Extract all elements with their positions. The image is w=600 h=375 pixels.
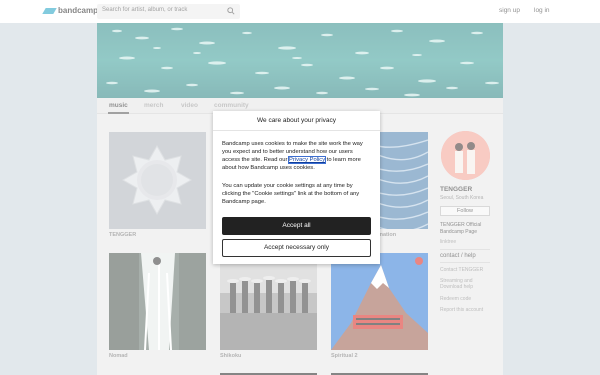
accept-necessary-button[interactable]: Accept necessary only xyxy=(222,239,371,257)
dialog-text-settings: You can update your cookie settings at a… xyxy=(222,183,360,205)
accept-all-button[interactable]: Accept all xyxy=(222,217,371,235)
dialog-text-cookies: Bandcamp uses cookies to make the site w… xyxy=(222,140,372,172)
cookie-consent-dialog: We care about your privacy Bandcamp uses… xyxy=(213,111,380,264)
dialog-title: We care about your privacy xyxy=(213,111,380,131)
privacy-policy-link[interactable]: Privacy Policy xyxy=(288,156,327,164)
